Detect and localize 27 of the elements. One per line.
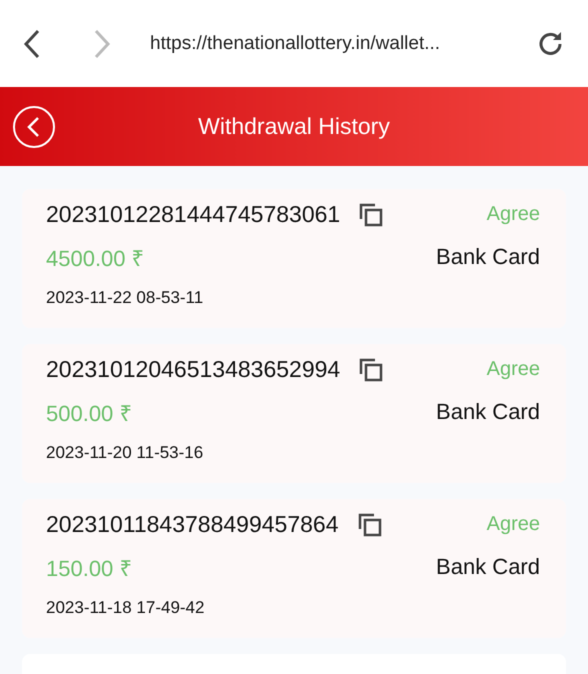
order-number: 20231011843788499457864 [46, 511, 338, 538]
order-number: 20231012046513483652994 [46, 356, 340, 383]
timestamp: 2023-11-22 08-53-11 [46, 288, 204, 308]
back-button[interactable] [13, 106, 55, 148]
chevron-left-icon [22, 28, 42, 60]
status-label: Agree [486, 513, 540, 536]
chevron-right-icon [92, 28, 112, 60]
url-text[interactable]: https://thenationallottery.in/wallet... [150, 32, 532, 54]
amount: 4500.00 ₹ [46, 245, 145, 272]
copy-icon [358, 202, 384, 228]
timestamp: 2023-11-18 17-49-42 [46, 598, 206, 618]
copy-icon [356, 512, 382, 538]
status-label: Agree [486, 358, 540, 381]
copy-button[interactable] [356, 512, 382, 538]
order-number: 20231012281444745783061 [46, 201, 340, 228]
timestamp: 2023-11-20 11-53-16 [46, 443, 204, 463]
payment-method: Bank Card [436, 244, 540, 270]
status-label: Agree [486, 203, 540, 226]
copy-button[interactable] [358, 356, 384, 382]
copy-button[interactable] [358, 202, 384, 228]
amount: 150.00 ₹ [46, 555, 132, 582]
payment-method: Bank Card [436, 554, 540, 580]
copy-icon [358, 356, 384, 382]
payment-method: Bank Card [436, 399, 540, 425]
amount: 500.00 ₹ [46, 400, 132, 427]
chevron-left-icon [26, 116, 42, 138]
page-title: Withdrawal History [197, 113, 391, 140]
